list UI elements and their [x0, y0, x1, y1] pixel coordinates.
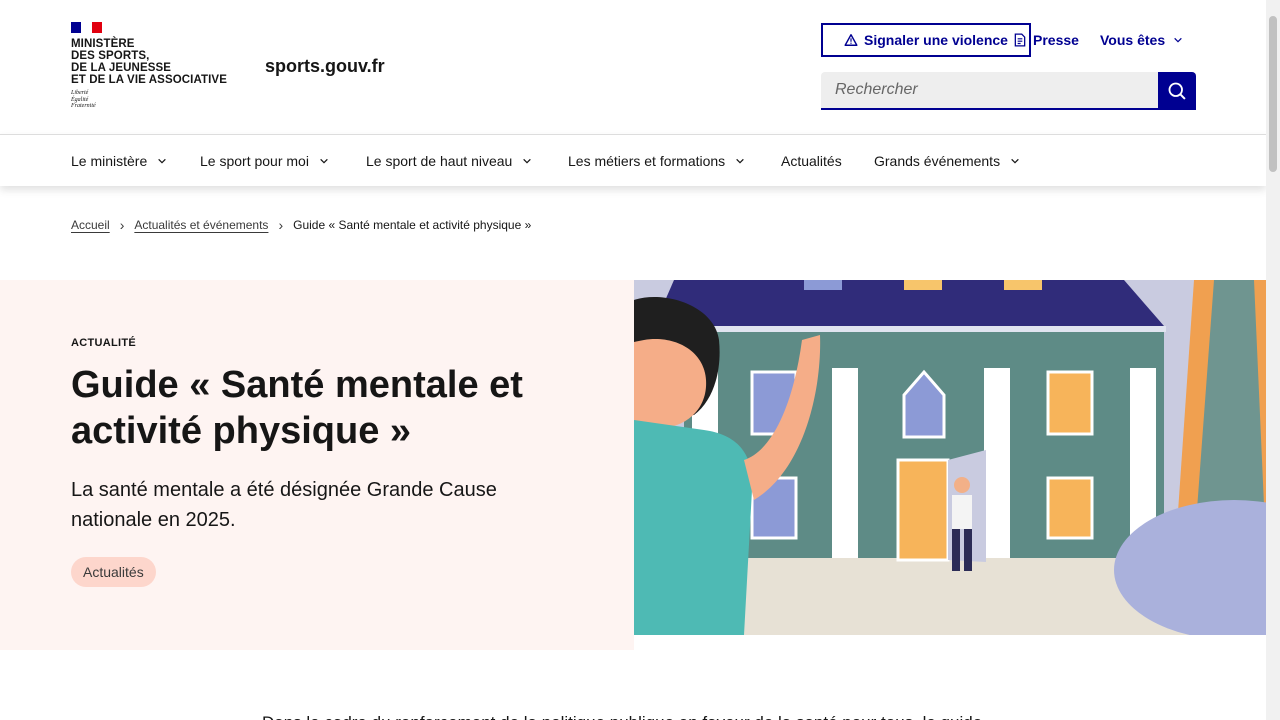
main-navigation: Le ministère Le sport pour moi Le sport … [0, 134, 1266, 186]
chevron-down-icon [1011, 158, 1019, 164]
chevron-down-icon [523, 158, 532, 164]
search-bar [821, 72, 1196, 110]
press-label: Presse [1033, 32, 1079, 48]
search-input[interactable] [821, 72, 1158, 110]
page-subtitle: La santé mentale a été désignée Grande C… [71, 479, 497, 531]
scrollbar-thumb[interactable] [1269, 16, 1277, 172]
page-scrollbar[interactable] [1266, 0, 1280, 720]
chevron-right-icon: › [119, 217, 125, 233]
page-title: Guide « Santé mentale et activité physiq… [71, 364, 523, 452]
you-are-label: Vous êtes [1100, 32, 1166, 48]
nav-item-label: Le sport de haut niveau [366, 152, 513, 169]
site-name[interactable]: sports.gouv.fr [265, 56, 385, 77]
hero-illustration [634, 280, 1266, 635]
chevron-down-icon [1174, 37, 1182, 43]
press-link[interactable]: Presse [1013, 30, 1079, 50]
breadcrumb: Accueil › Actualités et événements › Gui… [71, 217, 531, 233]
category-tag[interactable]: Actualités [71, 557, 156, 587]
search-icon [1168, 82, 1186, 100]
french-flag-icon [71, 22, 102, 33]
ministry-line: DE LA JEUNESSE [71, 62, 172, 74]
search-button[interactable] [1158, 72, 1196, 110]
ministry-logo[interactable]: MINISTÈRE DES SPORTS, DE LA JEUNESSE ET … [71, 22, 227, 110]
article-kicker: ACTUALITÉ [71, 337, 137, 349]
nav-item-label: Le ministère [71, 152, 148, 169]
site-header: MINISTÈRE DES SPORTS, DE LA JEUNESSE ET … [0, 0, 1266, 134]
hero-panel [0, 280, 634, 650]
warning-icon [844, 34, 858, 46]
chevron-down-icon [736, 158, 744, 164]
nav-item-metiers-formations[interactable]: Les métiers et formations [568, 135, 745, 186]
ministry-name: MINISTÈRE DES SPORTS, DE LA JEUNESSE ET … [71, 38, 227, 86]
breadcrumb-current: Guide « Santé mentale et activité physiq… [293, 218, 532, 232]
ministry-line: MINISTÈRE [71, 38, 135, 50]
chevron-down-icon [320, 158, 328, 164]
nav-item-label: Le sport pour moi [200, 152, 309, 169]
nav-item-sport-pour-moi[interactable]: Le sport pour moi [200, 135, 329, 186]
breadcrumb-link-home[interactable]: Accueil [71, 218, 110, 232]
building-illustration [634, 280, 1266, 635]
nav-item-label: Grands événements [874, 152, 1001, 169]
report-violence-button[interactable]: Signaler une violence [821, 23, 1031, 57]
ministry-line: ET DE LA VIE ASSOCIATIVE [71, 74, 227, 86]
report-violence-label: Signaler une violence [864, 32, 1008, 48]
chevron-right-icon: › [278, 217, 284, 233]
nav-item-grands-evenements[interactable]: Grands événements [874, 135, 1020, 186]
republic-motto: Liberté Égalité Fraternité [71, 90, 227, 110]
nav-item-haut-niveau[interactable]: Le sport de haut niveau [366, 135, 532, 186]
article-intro: Dans le cadre du renforcement de la poli… [262, 711, 1002, 720]
document-icon [1014, 33, 1026, 47]
nav-item-label: Les métiers et formations [568, 152, 726, 169]
breadcrumb-link-news[interactable]: Actualités et événements [134, 218, 268, 232]
nav-item-actualites[interactable]: Actualités [781, 135, 842, 186]
you-are-dropdown[interactable]: Vous êtes [1100, 30, 1183, 50]
motto-line: Fraternité [71, 103, 96, 109]
nav-item-ministere[interactable]: Le ministère [71, 135, 167, 186]
chevron-down-icon [158, 158, 167, 164]
nav-item-label: Actualités [781, 152, 842, 169]
ministry-line: DES SPORTS, [71, 50, 150, 62]
